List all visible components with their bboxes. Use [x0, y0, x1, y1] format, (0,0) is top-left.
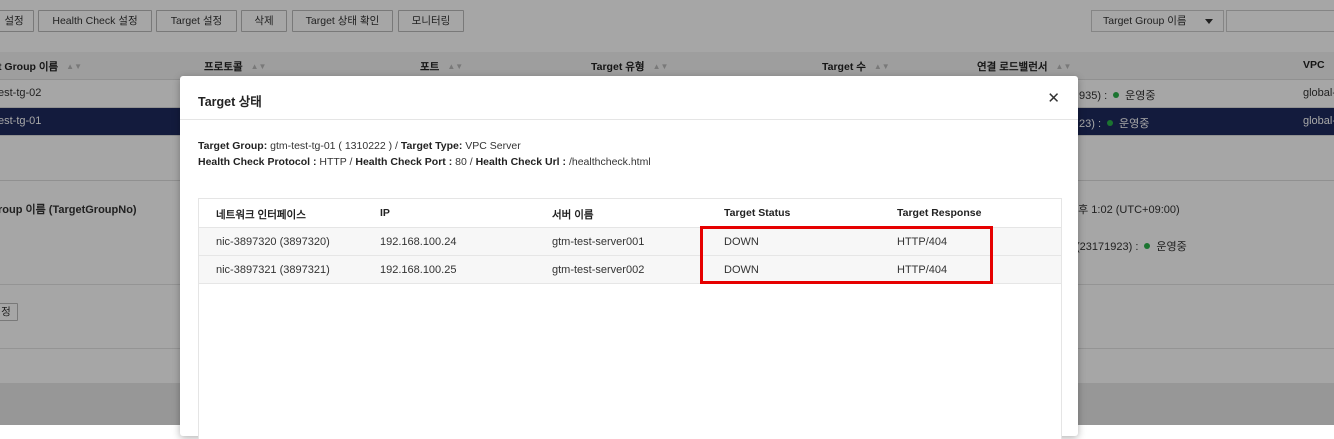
hc-port-label: Health Check Port : — [355, 156, 453, 168]
hc-protocol-value: HTTP / — [316, 156, 356, 168]
cell-server-name: gtm-test-server002 — [552, 264, 645, 276]
target-table-header: 네트워크 인터페이스 IP 서버 이름 Target Status Target… — [199, 199, 1061, 228]
hc-url-value: /healthcheck.html — [566, 156, 651, 168]
cell-ip: 192.168.100.25 — [380, 264, 457, 276]
target-type-value: VPC Server — [462, 140, 521, 152]
col-header-target-status: Target Status — [724, 207, 791, 219]
highlight-box — [700, 226, 993, 284]
close-icon[interactable]: ✕ — [1047, 91, 1060, 106]
modal-title: Target 상태 — [198, 95, 262, 109]
col-header-network-interface: 네트워크 인터페이스 — [216, 209, 306, 221]
target-type-label: Target Type: — [400, 140, 463, 152]
col-header-ip: IP — [380, 207, 390, 219]
cell-network-interface: nic-3897320 (3897320) — [216, 236, 330, 248]
cell-ip: 192.168.100.24 — [380, 236, 457, 248]
col-header-server-name: 서버 이름 — [552, 209, 594, 221]
modal-divider — [180, 119, 1078, 120]
cell-server-name: gtm-test-server001 — [552, 236, 645, 248]
hc-protocol-label: Health Check Protocol : — [198, 156, 317, 168]
health-check-info: Health Check Protocol : HTTP / Health Ch… — [198, 156, 651, 168]
target-group-value: gtm-test-tg-01 ( 1310222 ) / — [267, 140, 401, 152]
hc-port-value: 80 / — [452, 156, 476, 168]
target-group-info: Target Group: gtm-test-tg-01 ( 1310222 )… — [198, 140, 521, 152]
col-header-target-response: Target Response — [897, 207, 982, 219]
cell-network-interface: nic-3897321 (3897321) — [216, 264, 330, 276]
target-group-label: Target Group: — [198, 140, 268, 152]
hc-url-label: Health Check Url : — [475, 156, 567, 168]
